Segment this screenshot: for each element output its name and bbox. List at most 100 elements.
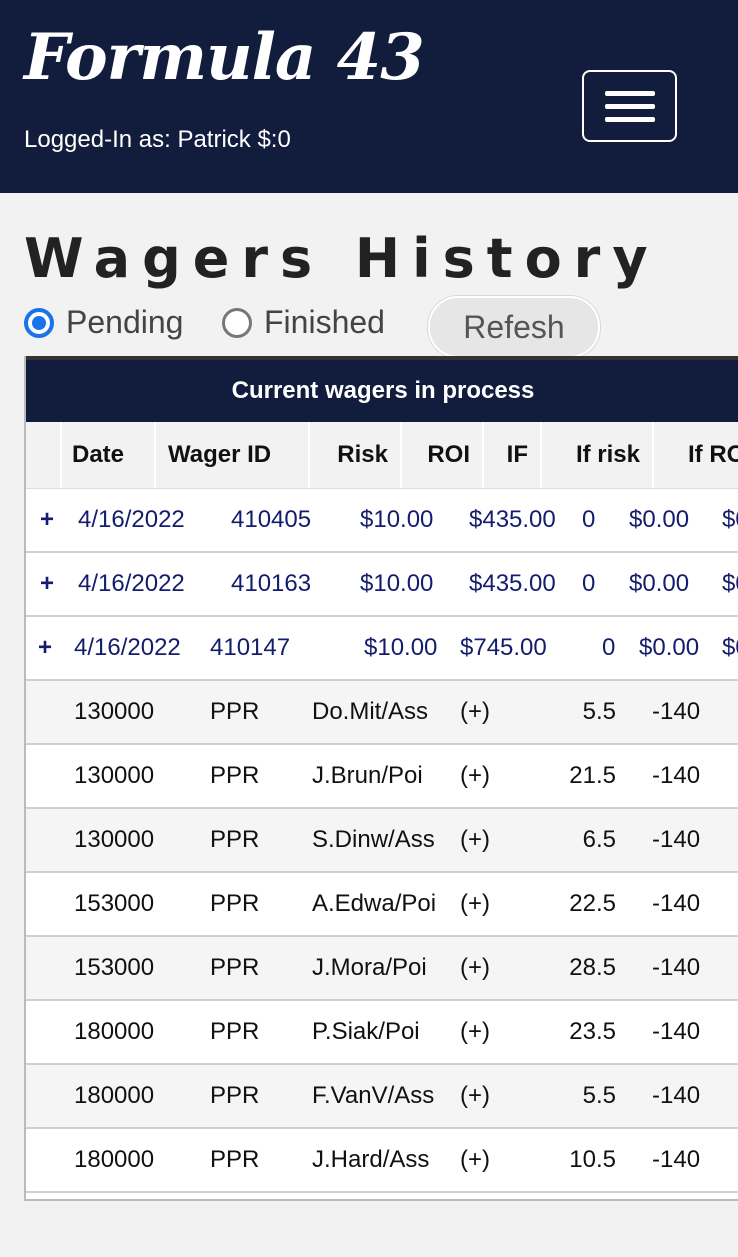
header-expand	[26, 422, 60, 488]
radio-selected-icon	[24, 307, 54, 338]
header-wager-id[interactable]: Wager ID	[154, 422, 308, 488]
detail-sign: (+)	[460, 1082, 490, 1109]
detail-odds: -140	[652, 954, 701, 981]
detail-sign: (+)	[460, 698, 490, 725]
detail-player: A.Edwa/Poi	[312, 890, 437, 917]
filter-row: Pending Finished Refesh	[24, 296, 724, 358]
detail-type: PPR	[210, 698, 260, 725]
detail-odds: -140	[652, 1082, 701, 1109]
detail-sign: (+)	[460, 762, 490, 789]
detail-line: 23.5	[569, 1018, 616, 1045]
detail-type: PPR	[210, 826, 260, 853]
detail-odds: -140	[652, 698, 701, 725]
expand-plus-icon[interactable]: +	[40, 489, 54, 551]
wager-risk: $10.00	[360, 570, 434, 597]
detail-game: 153000	[74, 890, 155, 917]
detail-line: 5.5	[582, 1082, 616, 1109]
wager-risk: $10.00	[360, 506, 434, 533]
detail-type: PPR	[210, 890, 260, 917]
wager-roi: $435.00	[469, 570, 556, 597]
detail-row: 180000 PPR P.Siak/Poi (+) 23.5 -140	[26, 1001, 738, 1065]
detail-line: 6.5	[582, 826, 616, 853]
wager-if-risk: $0.00	[629, 506, 690, 533]
detail-player: S.Dinw/Ass	[312, 826, 435, 853]
header-if-risk[interactable]: If risk	[540, 422, 652, 488]
table-caption: Current wagers in process	[26, 356, 738, 422]
wager-id: 410405	[231, 506, 312, 533]
wager-id: 410147	[210, 634, 291, 661]
expand-plus-icon[interactable]: +	[38, 617, 52, 679]
wager-row[interactable]: + 4/16/2022 410147 $10.00 $745.00 0 $0.0…	[26, 617, 738, 681]
wager-if-risk: $0.00	[639, 634, 700, 661]
page-title: Wagers History	[24, 227, 660, 290]
detail-game: 130000	[74, 698, 155, 725]
detail-odds: -140	[652, 1018, 701, 1045]
detail-line: 28.5	[569, 954, 616, 981]
wager-roi: $745.00	[460, 634, 547, 661]
radio-finished[interactable]: Finished	[222, 304, 385, 341]
detail-row: 153000 PPR A.Edwa/Poi (+) 22.5 -140	[26, 873, 738, 937]
detail-sign: (+)	[460, 890, 490, 917]
wagers-table: Current wagers in process Date Wager ID …	[24, 356, 738, 1201]
detail-player: Do.Mit/Ass	[312, 698, 429, 725]
detail-game: 130000	[74, 826, 155, 853]
header-roi[interactable]: ROI	[400, 422, 482, 488]
detail-player: J.Hard/Ass	[312, 1146, 430, 1173]
detail-row: 153000 PPR J.Mora/Poi (+) 28.5 -140	[26, 937, 738, 1001]
detail-sign: (+)	[460, 1018, 490, 1045]
detail-game: 180000	[74, 1082, 155, 1109]
detail-sign: (+)	[460, 826, 490, 853]
detail-line: 21.5	[569, 762, 616, 789]
header-if[interactable]: IF	[482, 422, 540, 488]
detail-row: 180000 PPR J.Hard/Ass (+) 10.5 -140	[26, 1129, 738, 1193]
hamburger-icon	[604, 103, 655, 109]
detail-odds: -140	[652, 762, 701, 789]
hamburger-icon	[604, 90, 655, 96]
wager-if: 0	[582, 506, 596, 533]
radio-pending[interactable]: Pending	[24, 304, 183, 341]
expand-plus-icon[interactable]: +	[40, 553, 54, 615]
detail-player: J.Mora/Poi	[312, 954, 427, 981]
wager-if-roi: $0	[722, 634, 738, 661]
detail-player: F.VanV/Ass	[312, 1082, 435, 1109]
detail-game: 153000	[74, 954, 155, 981]
wager-if-roi: $0	[722, 570, 738, 597]
detail-line: 5.5	[582, 698, 616, 725]
wager-date: 4/16/2022	[74, 634, 181, 661]
wager-date: 4/16/2022	[78, 570, 185, 597]
logged-in-status: Logged-In as: Patrick $:0	[24, 126, 291, 153]
refresh-button[interactable]: Refesh	[428, 296, 600, 358]
detail-game: 130000	[74, 762, 155, 789]
detail-game: 180000	[74, 1018, 155, 1045]
wager-id: 410163	[231, 570, 312, 597]
hamburger-icon	[604, 116, 655, 122]
app-header: Formula 43 Logged-In as: Patrick $:0	[0, 0, 738, 193]
header-risk[interactable]: Risk	[308, 422, 400, 488]
wager-if: 0	[602, 634, 616, 661]
detail-game: 180000	[74, 1146, 155, 1173]
header-date[interactable]: Date	[60, 422, 154, 488]
header-if-roi[interactable]: If RO	[652, 422, 738, 488]
wager-roi: $435.00	[469, 506, 556, 533]
detail-line: 22.5	[569, 890, 616, 917]
detail-row: 130000 PPR J.Brun/Poi (+) 21.5 -140	[26, 745, 738, 809]
detail-sign: (+)	[460, 954, 490, 981]
detail-player: P.Siak/Poi	[312, 1018, 420, 1045]
radio-unselected-icon	[222, 307, 252, 338]
detail-type: PPR	[210, 954, 260, 981]
wager-row[interactable]: + 4/16/2022 410163 $10.00 $435.00 0 $0.0…	[26, 553, 738, 617]
wager-row[interactable]: + 4/16/2022 410405 $10.00 $435.00 0 $0.0…	[26, 489, 738, 553]
radio-finished-label: Finished	[264, 304, 385, 340]
wager-date: 4/16/2022	[78, 506, 185, 533]
detail-row: 130000 PPR S.Dinw/Ass (+) 6.5 -140	[26, 809, 738, 873]
detail-row: 130000 PPR Do.Mit/Ass (+) 5.5 -140	[26, 681, 738, 745]
wager-if-risk: $0.00	[629, 570, 690, 597]
detail-type: PPR	[210, 762, 260, 789]
menu-button[interactable]	[582, 70, 677, 142]
wager-risk: $10.00	[364, 634, 438, 661]
brand-logo[interactable]: Formula 43	[24, 26, 425, 90]
detail-type: PPR	[210, 1082, 260, 1109]
detail-row: 180000 PPR F.VanV/Ass (+) 5.5 -140	[26, 1065, 738, 1129]
wager-if: 0	[582, 570, 596, 597]
radio-pending-label: Pending	[66, 304, 184, 340]
